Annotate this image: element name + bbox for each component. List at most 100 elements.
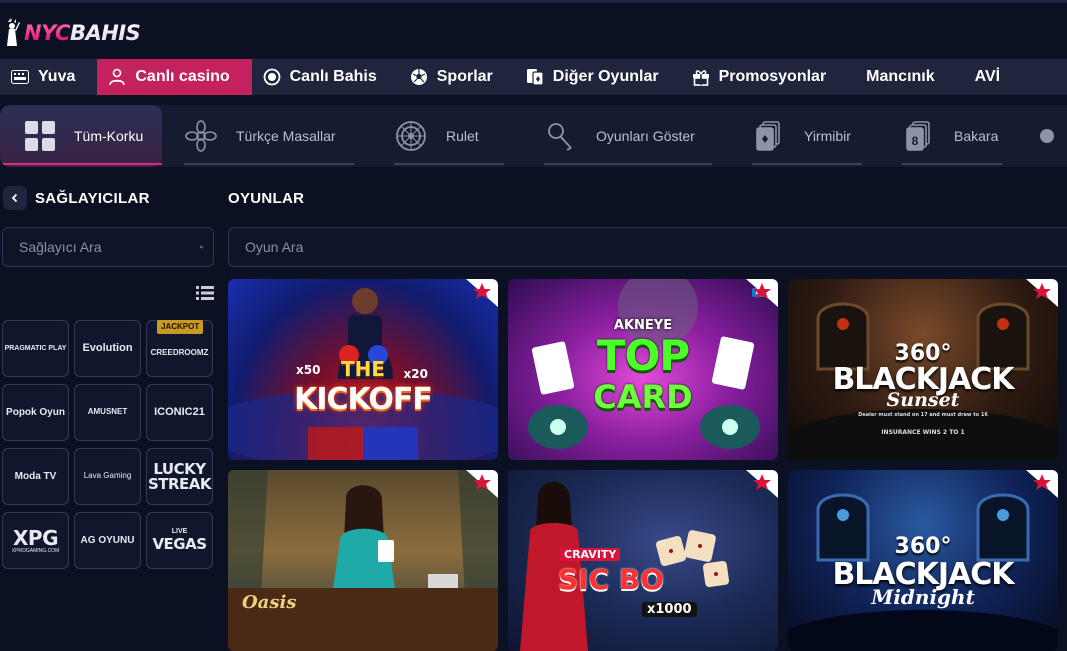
game-multiplier-right: x20 — [403, 367, 428, 381]
provider-lucky-streak[interactable]: LUCKY STREAK — [146, 448, 213, 505]
category-yirmibir[interactable]: Yirmibir — [730, 105, 880, 167]
top-bar: NYCBAHIS — [0, 0, 1067, 59]
provider-label: ICONIC21 — [154, 406, 205, 419]
svg-text:8: 8 — [912, 134, 919, 148]
game-card-top-card[interactable]: LIVE AKNEYE TOP CARD — [508, 279, 778, 460]
nav-label: Canlı casino — [135, 68, 230, 85]
roulette-icon — [394, 119, 428, 153]
provider-search-box — [2, 227, 214, 267]
provider-moda-tv[interactable]: Moda TV — [2, 448, 69, 505]
category-label: Bakara — [954, 128, 999, 144]
category-tum-korku[interactable]: Tüm-Korku — [0, 105, 162, 167]
nav-item-mancinik[interactable]: Mancınık — [848, 59, 956, 95]
nav-item-canli-casino[interactable]: Canlı casino — [97, 59, 252, 95]
favorite-star-icon[interactable] — [1020, 279, 1058, 307]
cards-icon — [526, 68, 544, 86]
favorite-star-icon[interactable] — [740, 470, 778, 498]
provider-label: Popok Oyun — [6, 407, 65, 418]
provider-amusnet[interactable]: AMUSNET — [74, 384, 141, 441]
provider-lava-gaming[interactable]: Lava Gaming — [74, 448, 141, 505]
game-title-main: TOP — [596, 331, 690, 380]
provider-xpg[interactable]: XPG XPROGAMING.COM — [2, 512, 69, 569]
game-title-main: SIC BO — [558, 563, 665, 596]
nav-item-promosyonlar[interactable]: Promosyonlar — [681, 59, 849, 95]
favorite-star-icon[interactable] — [740, 279, 778, 307]
providers-title: SAĞLAYICILAR — [35, 189, 150, 207]
game-title-sub: Sunset — [886, 389, 960, 411]
game-title-main: KICKOFF — [294, 382, 433, 417]
provider-label: Lava Gaming — [83, 471, 132, 481]
nav-label: AVİ — [974, 68, 1001, 85]
games-title: OYUNLAR — [228, 190, 305, 207]
providers-header: SAĞLAYICILAR — [3, 186, 150, 210]
provider-label: AG OYUNU — [80, 535, 135, 546]
collapse-providers-button[interactable] — [3, 186, 27, 210]
game-art — [228, 470, 498, 651]
provider-iconic21[interactable]: ICONIC21 — [146, 384, 213, 441]
category-rulet[interactable]: Rulet — [372, 105, 522, 167]
nav-label: Yuva — [38, 68, 76, 85]
nav-item-avi[interactable]: AVİ — [957, 59, 1022, 95]
game-title-top: CRAVITY — [560, 548, 621, 561]
nav-label: Canlı Bahis — [289, 68, 377, 85]
game-insurance-text: INSURANCE WINS 2 TO 1 — [881, 429, 965, 436]
provider-grid: PRAGMATIC PLAY Evolution JACKPOT CREEDRO… — [2, 320, 213, 569]
category-label: Rulet — [446, 128, 479, 144]
game-search-box — [228, 227, 1067, 267]
category-turkce-masallar[interactable]: Türkçe Masallar — [162, 105, 372, 167]
nav-label: Sporlar — [436, 68, 493, 85]
nav-item-canli-bahis[interactable]: Canlı Bahis — [252, 59, 399, 95]
nav-label: Mancınık — [866, 68, 935, 85]
nav-item-yuva[interactable]: Yuva — [0, 59, 97, 95]
provider-search-input[interactable] — [19, 239, 200, 255]
provider-label: AMUSNET — [87, 407, 128, 417]
provider-evolution[interactable]: Evolution — [74, 320, 141, 377]
category-oyunlari-goster[interactable]: Oyunları Göster — [522, 105, 730, 167]
favorite-star-icon[interactable] — [460, 279, 498, 307]
game-grid: x50 THE x20 KICKOFF LIVE AKNEYE TOP CARD — [228, 279, 1058, 651]
category-label: Yirmibir — [804, 128, 851, 144]
favorite-star-icon[interactable] — [1020, 470, 1058, 498]
nav-item-sporlar[interactable]: Sporlar — [399, 59, 515, 95]
provider-ag-oyunu[interactable]: AG OYUNU — [74, 512, 141, 569]
provider-popok-oyun[interactable]: Popok Oyun — [2, 384, 69, 441]
category-label: Türkçe Masallar — [236, 128, 336, 144]
nav-label: Promosyonlar — [718, 68, 827, 85]
game-title-top: THE — [340, 357, 386, 381]
game-card-blackjack-midnight[interactable]: 360° BLACKJACK Midnight — [788, 470, 1058, 651]
keyboard-icon — [11, 68, 29, 86]
nav-item-diger-oyunlar[interactable]: Diğer Oyunlar — [515, 59, 681, 95]
game-card-sic-bo[interactable]: CRAVITY SIC BO x1000 — [508, 470, 778, 651]
provider-label: LUCKY STREAK — [147, 459, 212, 493]
partial-category-icon — [1040, 129, 1054, 143]
category-more[interactable] — [1020, 105, 1060, 167]
provider-label: Moda TV — [14, 471, 57, 482]
flower-icon — [184, 119, 218, 153]
game-fine-print: Dealer must stand on 17 and must draw to… — [858, 412, 988, 418]
favorite-star-icon[interactable] — [460, 470, 498, 498]
provider-creedroomz[interactable]: JACKPOT CREEDROOMZ — [146, 320, 213, 377]
provider-pragmatic-play[interactable]: PRAGMATIC PLAY — [2, 320, 69, 377]
statue-of-liberty-icon — [7, 18, 20, 46]
provider-live-vegas[interactable]: LIVE VEGAS — [146, 512, 213, 569]
baccarat-cards-icon: 8 — [902, 119, 936, 153]
category-bakara[interactable]: 8 Bakara — [880, 105, 1020, 167]
game-art — [520, 481, 730, 651]
game-title-top: 360° — [894, 534, 952, 559]
chevron-left-icon — [11, 193, 18, 203]
game-title-sub: CARD — [593, 378, 693, 416]
provider-label: Evolution — [82, 342, 133, 355]
list-view-icon[interactable] — [196, 285, 214, 301]
game-card-blackjack-sunset[interactable]: 360° BLACKJACK Sunset Dealer must stand … — [788, 279, 1058, 460]
gift-icon — [692, 68, 710, 86]
game-title-sub: Midnight — [871, 585, 975, 609]
soccer-ball-icon — [410, 68, 428, 86]
game-card-the-kickoff[interactable]: x50 THE x20 KICKOFF — [228, 279, 498, 460]
category-bar: Tüm-Korku Türkçe Masallar Rulet Oyunları… — [0, 105, 1067, 167]
site-logo[interactable]: NYCBAHIS — [4, 16, 141, 50]
game-multiplier: x1000 — [642, 602, 697, 617]
search-icon[interactable] — [200, 238, 203, 256]
game-search-input[interactable] — [245, 239, 1056, 255]
game-card-oasis[interactable]: Oasis — [228, 470, 498, 651]
main-navigation: Yuva Canlı casino Canlı Bahis Sporlar Di… — [0, 59, 1067, 95]
